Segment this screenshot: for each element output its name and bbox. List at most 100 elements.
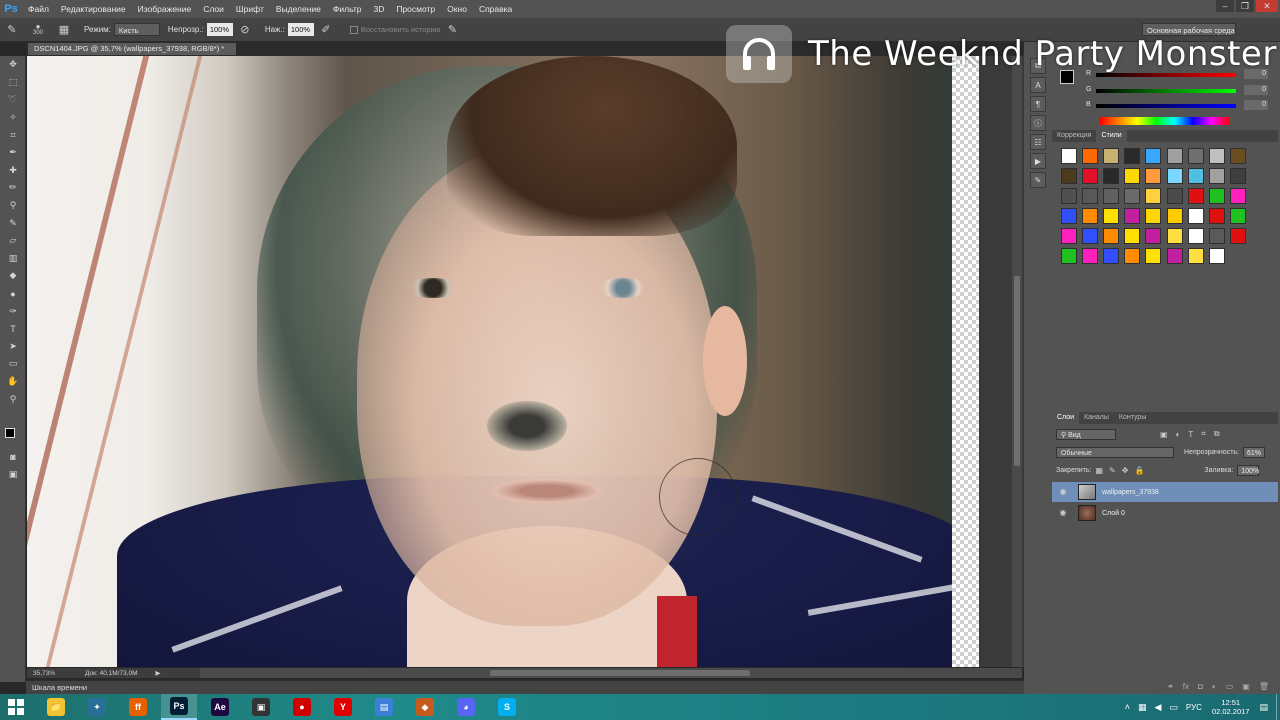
- hand-tool-icon[interactable]: ✋: [0, 373, 26, 391]
- style-swatch[interactable]: [1187, 148, 1204, 164]
- style-swatch[interactable]: [1145, 188, 1162, 204]
- opacity-field[interactable]: 100%: [206, 23, 233, 36]
- lock-all-icon[interactable]: 🔒: [1134, 466, 1144, 475]
- document-tab[interactable]: DSCN1404.JPG @ 35,7% (wallpapers_37938, …: [28, 43, 236, 55]
- style-swatch[interactable]: [1208, 148, 1225, 164]
- pressure-opacity-icon[interactable]: ⊘: [237, 22, 253, 38]
- path-select-tool-icon[interactable]: ➤: [0, 338, 26, 356]
- crop-tool-icon[interactable]: ⌗: [0, 126, 26, 144]
- tray-expand-icon[interactable]: ˄: [1125, 702, 1130, 712]
- gradient-tool-icon[interactable]: ▥: [0, 250, 26, 268]
- style-swatch[interactable]: [1208, 228, 1225, 244]
- style-swatch[interactable]: [1102, 188, 1119, 204]
- history-checkbox[interactable]: [349, 25, 358, 34]
- style-swatch[interactable]: [1060, 168, 1077, 184]
- history-brush-tool-icon[interactable]: ✎: [0, 214, 26, 232]
- tab-paths[interactable]: Контуры: [1114, 412, 1151, 424]
- clock[interactable]: 12:51 02.02.2017: [1212, 698, 1250, 716]
- actions-panel-icon[interactable]: ▶: [1030, 153, 1046, 169]
- style-swatch[interactable]: [1145, 228, 1162, 244]
- menu-select[interactable]: Выделение: [270, 0, 327, 18]
- style-swatch[interactable]: [1081, 248, 1098, 264]
- style-swatch[interactable]: [1208, 208, 1225, 224]
- shape-tool-icon[interactable]: ▭: [0, 355, 26, 373]
- style-swatch[interactable]: [1166, 188, 1183, 204]
- quick-mask-icon[interactable]: ◙: [0, 448, 26, 466]
- taskbar-app-discord[interactable]: ◕: [448, 694, 484, 720]
- eye-icon[interactable]: ◉: [1056, 487, 1070, 497]
- lock-position-icon[interactable]: ✥: [1122, 466, 1129, 475]
- document-image[interactable]: [27, 56, 979, 667]
- properties-panel-icon[interactable]: ☷: [1030, 134, 1046, 150]
- taskbar-app-app2[interactable]: ✦: [79, 694, 115, 720]
- blend-mode-select[interactable]: Обычные: [1056, 446, 1174, 458]
- style-swatch[interactable]: [1230, 208, 1247, 224]
- style-swatch[interactable]: [1102, 168, 1119, 184]
- history-brush-tool-icon[interactable]: ✎: [4, 22, 20, 38]
- style-swatch[interactable]: [1102, 148, 1119, 164]
- language-indicator[interactable]: РУС: [1186, 703, 1202, 712]
- style-swatch[interactable]: [1230, 148, 1247, 164]
- close-button[interactable]: ✕: [1256, 0, 1278, 12]
- taskbar-app-after-effects[interactable]: Ae: [202, 694, 238, 720]
- airbrush-icon[interactable]: ✐: [318, 22, 334, 38]
- style-swatch[interactable]: [1081, 208, 1098, 224]
- layer-style-icon[interactable]: fx: [1183, 682, 1189, 691]
- style-swatch[interactable]: [1081, 148, 1098, 164]
- foreground-color-swatch[interactable]: [5, 428, 15, 438]
- blue-value[interactable]: 0: [1244, 100, 1268, 110]
- style-swatch[interactable]: [1230, 168, 1247, 184]
- style-swatch[interactable]: [1081, 228, 1098, 244]
- marquee-tool-icon[interactable]: ⬚: [0, 74, 26, 92]
- pressure-field[interactable]: 100%: [287, 23, 314, 36]
- style-swatch[interactable]: [1187, 248, 1204, 264]
- lasso-tool-icon[interactable]: ➰: [0, 91, 26, 109]
- taskbar-app-explorer[interactable]: 📁: [38, 694, 74, 720]
- horizontal-scroll-thumb[interactable]: [490, 670, 750, 676]
- filter-smart-icon[interactable]: ⧉: [1214, 429, 1220, 439]
- style-swatch[interactable]: [1102, 248, 1119, 264]
- link-layers-icon[interactable]: ⚭: [1167, 682, 1174, 691]
- style-swatch[interactable]: [1166, 228, 1183, 244]
- taskbar-app-app6[interactable]: ▣: [243, 694, 279, 720]
- style-swatch[interactable]: [1124, 208, 1141, 224]
- green-value[interactable]: 0: [1244, 85, 1268, 95]
- style-swatch[interactable]: [1145, 168, 1162, 184]
- style-swatch[interactable]: [1187, 188, 1204, 204]
- fill-field[interactable]: 100%: [1237, 464, 1260, 476]
- vertical-scroll-thumb[interactable]: [1014, 276, 1020, 466]
- menu-help[interactable]: Справка: [473, 0, 518, 18]
- style-swatch[interactable]: [1166, 168, 1183, 184]
- taskbar-app-app10[interactable]: ◆: [407, 694, 443, 720]
- new-layer-icon[interactable]: ▣: [1242, 682, 1250, 691]
- layer-row-layer0[interactable]: ◉ Слой 0: [1052, 503, 1278, 523]
- eyedropper-tool-icon[interactable]: ✒: [0, 144, 26, 162]
- zoom-tool-icon[interactable]: ⚲: [0, 390, 26, 408]
- style-swatch[interactable]: [1145, 248, 1162, 264]
- filter-pixel-icon[interactable]: ▣: [1160, 430, 1168, 439]
- taskbar-app-yandex[interactable]: Y: [325, 694, 361, 720]
- add-mask-icon[interactable]: ◘: [1198, 682, 1203, 691]
- tab-adjustments[interactable]: Коррекция: [1052, 130, 1096, 142]
- style-swatch[interactable]: [1081, 168, 1098, 184]
- type-tool-icon[interactable]: T: [0, 320, 26, 338]
- eraser-tool-icon[interactable]: ▱: [0, 232, 26, 250]
- style-swatch[interactable]: [1230, 228, 1247, 244]
- brush-preset-picker[interactable]: ● 300: [28, 22, 48, 38]
- zoom-level[interactable]: 35,73%: [33, 670, 55, 677]
- dodge-tool-icon[interactable]: ●: [0, 285, 26, 303]
- style-swatch[interactable]: [1166, 248, 1183, 264]
- style-swatch[interactable]: [1145, 148, 1162, 164]
- style-swatch[interactable]: [1124, 248, 1141, 264]
- minimize-button[interactable]: –: [1216, 0, 1234, 12]
- move-tool-icon[interactable]: ✥: [0, 56, 26, 74]
- style-swatch[interactable]: [1208, 188, 1225, 204]
- quick-select-tool-icon[interactable]: ✧: [0, 109, 26, 127]
- style-swatch[interactable]: [1081, 188, 1098, 204]
- menu-image[interactable]: Изображение: [132, 0, 198, 18]
- adjustment-layer-icon[interactable]: ◐: [1212, 682, 1217, 691]
- menu-type[interactable]: Шрифт: [230, 0, 270, 18]
- screen-mode-icon[interactable]: ▣: [0, 466, 26, 484]
- style-swatch[interactable]: [1166, 148, 1183, 164]
- style-swatch[interactable]: [1187, 228, 1204, 244]
